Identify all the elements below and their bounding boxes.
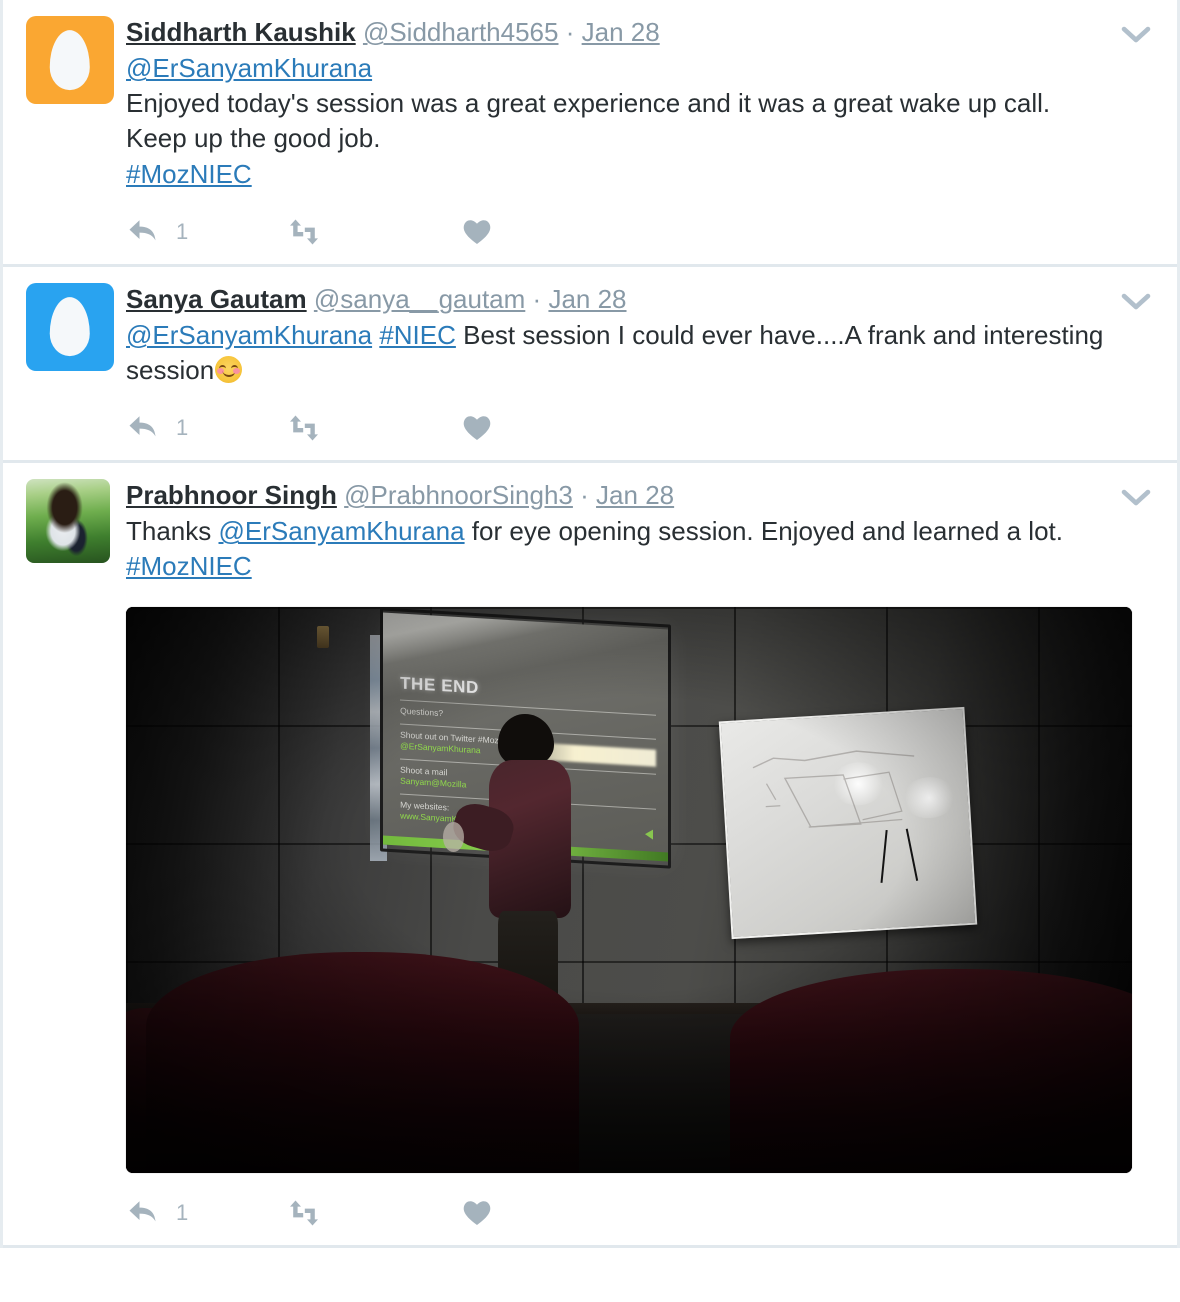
tweet[interactable]: Sanya Gautam @sanya__gautam · Jan 28 @ErS…: [3, 266, 1177, 464]
header-separator: ·: [565, 17, 575, 47]
tweet-timestamp[interactable]: Jan 28: [582, 17, 660, 47]
heart-icon: [461, 217, 493, 247]
tweet-more-caret[interactable]: [1121, 293, 1151, 311]
avatar-column: [21, 479, 126, 564]
reply-arrow-icon: [128, 1198, 162, 1228]
reply-count: 1: [176, 415, 189, 441]
slide-nav-arrow-icon: [644, 829, 653, 841]
retweet-button[interactable]: [286, 218, 461, 246]
egg-avatar-icon: [49, 30, 91, 90]
header-separator: ·: [532, 283, 542, 314]
tweet-header: Prabhnoor Singh @PrabhnoorSingh3 · Jan 2…: [126, 479, 1113, 512]
avatar-column: [21, 282, 126, 371]
author-fullname[interactable]: Prabhnoor Singh: [126, 480, 337, 510]
auditorium-seat: [146, 951, 579, 1173]
tweet-text-run: for eye opening session. Enjoyed and lea…: [464, 516, 1063, 547]
smiling-face-emoji-icon: [215, 356, 243, 383]
author-username[interactable]: @Siddharth4565: [363, 17, 559, 47]
avatar[interactable]: [26, 479, 110, 564]
author-fullname[interactable]: Siddharth Kaushik: [126, 17, 356, 47]
retweet-icon: [286, 218, 322, 246]
reply-button[interactable]: 1: [128, 413, 286, 443]
heart-icon: [461, 1198, 493, 1228]
auditorium-seat: [729, 968, 1132, 1173]
reply-arrow-icon: [128, 413, 162, 443]
author-username[interactable]: @PrabhnoorSingh3: [344, 480, 573, 510]
like-button[interactable]: [461, 1198, 581, 1228]
mention-link[interactable]: @ErSanyamKhurana: [126, 53, 372, 83]
tweet-text: @ErSanyamKhurana Enjoyed today's session …: [126, 51, 1113, 191]
tweet-action-bar: 1: [126, 406, 1113, 450]
tweet-more-caret[interactable]: [1121, 26, 1151, 44]
retweet-icon: [286, 414, 322, 442]
heart-icon: [461, 413, 493, 443]
reply-count: 1: [176, 1199, 189, 1225]
tweet-timeline: Siddharth Kaushik @Siddharth4565 · Jan 2…: [0, 0, 1180, 1248]
author-fullname[interactable]: Sanya Gautam: [126, 284, 307, 314]
hashtag-link[interactable]: #MozNIEC: [126, 551, 252, 581]
avatar[interactable]: [26, 16, 114, 104]
mention-link[interactable]: @ErSanyamKhurana: [219, 516, 465, 546]
tweet-text: @ErSanyamKhurana #NIEC Best session I co…: [126, 318, 1113, 388]
header-separator: ·: [580, 480, 589, 511]
tweet[interactable]: Prabhnoor Singh @PrabhnoorSingh3 · Jan 2…: [3, 463, 1177, 1248]
auditorium-scene: THE END Questions? Shout out on Twitter #M…: [126, 606, 1132, 1173]
avatar[interactable]: [26, 282, 114, 371]
reply-count: 1: [176, 218, 189, 244]
tweet-photo[interactable]: THE END Questions? Shout out on Twitter #M…: [126, 606, 1132, 1173]
tweet-more-caret[interactable]: [1121, 489, 1151, 507]
author-username[interactable]: @sanya__gautam: [314, 284, 525, 314]
tweet-text-run: Thanks: [126, 516, 219, 547]
hashtag-link[interactable]: #MozNIEC: [126, 159, 252, 189]
whiteboard: [718, 706, 978, 940]
tweet-timestamp[interactable]: Jan 28: [596, 480, 674, 510]
like-button[interactable]: [461, 217, 581, 247]
tweet[interactable]: Siddharth Kaushik @Siddharth4565 · Jan 2…: [3, 0, 1177, 267]
retweet-button[interactable]: [286, 1199, 461, 1227]
retweet-button[interactable]: [286, 414, 461, 442]
hashtag-link[interactable]: #NIEC: [379, 320, 456, 350]
egg-avatar-icon: [49, 296, 91, 357]
tweet-text: Thanks @ErSanyamKhurana for eye opening …: [126, 514, 1113, 584]
reply-button[interactable]: 1: [128, 217, 286, 247]
tweet-action-bar: 1: [126, 1191, 1113, 1235]
retweet-icon: [286, 1199, 322, 1227]
reply-arrow-icon: [128, 217, 162, 247]
tweet-header: Siddharth Kaushik @Siddharth4565 · Jan 2…: [126, 16, 1113, 49]
tweet-timestamp[interactable]: Jan 28: [548, 284, 626, 314]
reply-button[interactable]: 1: [128, 1198, 286, 1228]
mention-link[interactable]: @ErSanyamKhurana: [126, 320, 372, 350]
like-button[interactable]: [461, 413, 581, 443]
tweet-action-bar: 1: [126, 210, 1113, 254]
avatar-column: [21, 16, 126, 104]
tweet-header: Sanya Gautam @sanya__gautam · Jan 28: [126, 283, 1113, 316]
tweet-text-run: Enjoyed today's session was a great expe…: [126, 88, 1051, 154]
wall-lamp: [317, 626, 330, 649]
